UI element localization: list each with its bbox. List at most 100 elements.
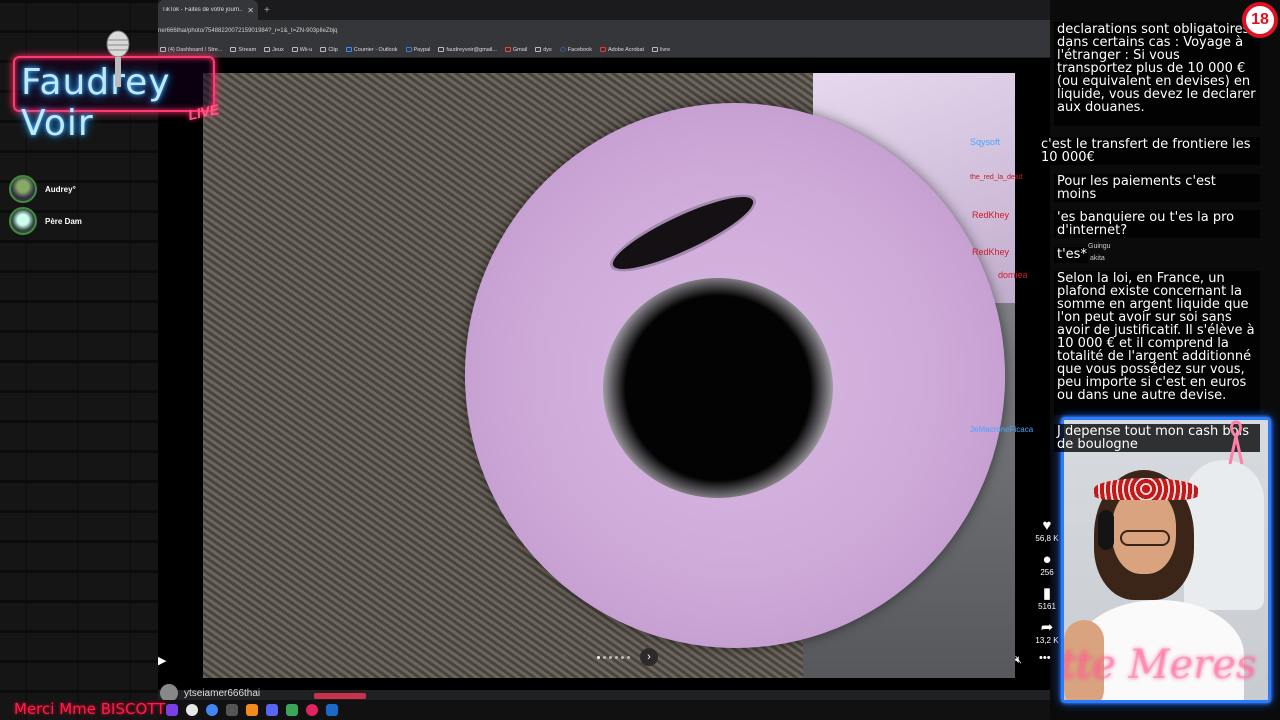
address-bar[interactable]: ner666thai/photo/7548822007215901984?_r=… bbox=[158, 20, 1050, 42]
browser-window: TikTok - Faites de votre journ... ✕ + ne… bbox=[158, 0, 1059, 720]
cam-bandana bbox=[1094, 478, 1198, 500]
folder-icon bbox=[652, 47, 659, 52]
bookmark-item[interactable]: (4) Dashboard / Stre... bbox=[160, 47, 222, 53]
pink-ribbon-icon bbox=[1228, 420, 1244, 465]
comment-button[interactable]: ● 256 bbox=[1030, 551, 1064, 578]
taskbar-app-icon[interactable] bbox=[266, 704, 278, 716]
save-count: 5161 bbox=[1038, 602, 1056, 611]
close-icon[interactable]: ✕ bbox=[247, 6, 254, 15]
share-count: 13,2 K bbox=[1035, 636, 1059, 645]
folder-icon bbox=[320, 47, 327, 52]
taskbar-app-icon[interactable] bbox=[166, 704, 178, 716]
mail-icon bbox=[438, 47, 445, 52]
play-icon[interactable]: ▶ bbox=[158, 654, 166, 667]
viewer-entry: Audrey° bbox=[9, 175, 76, 203]
chat-message: Selon la loi, en France, un plafond exis… bbox=[1054, 271, 1260, 415]
taskbar-app-icon[interactable] bbox=[286, 704, 298, 716]
chat-overlay: declarations sont obligatoires dans cert… bbox=[970, 0, 1280, 434]
bookmark-item[interactable]: Adobe Acrobat bbox=[599, 47, 644, 53]
bookmark-item[interactable]: Facebook bbox=[559, 47, 592, 53]
taskbar-app-icon[interactable] bbox=[326, 704, 338, 716]
headset-icon bbox=[1098, 510, 1114, 550]
acrobat-icon bbox=[599, 47, 606, 52]
folder-icon bbox=[291, 47, 298, 52]
post-username[interactable]: ytseiamer666thai bbox=[184, 688, 260, 699]
chat-message: t'es* bbox=[1054, 247, 1088, 263]
pager-dot[interactable] bbox=[620, 655, 624, 659]
tab-bar: TikTok - Faites de votre journ... ✕ + bbox=[158, 0, 1050, 20]
pager-dot[interactable] bbox=[602, 655, 606, 659]
more-icon[interactable]: ••• bbox=[1039, 652, 1051, 664]
chat-username: domiea bbox=[998, 270, 1028, 280]
taskbar-app-icon[interactable] bbox=[246, 704, 258, 716]
like-count: 56,8 K bbox=[1035, 534, 1059, 543]
taskbar-app-icon[interactable] bbox=[206, 704, 218, 716]
new-tab-button[interactable]: + bbox=[264, 5, 270, 16]
tab-title: TikTok - Faites de votre journ... bbox=[162, 7, 244, 13]
taskbar-app-icon[interactable] bbox=[306, 704, 318, 716]
taskbar bbox=[158, 700, 1050, 720]
chat-username: JeMacroneFicaca bbox=[970, 425, 1034, 434]
cam-chair bbox=[1184, 460, 1264, 610]
like-button[interactable]: ♥ 56,8 K bbox=[1030, 518, 1064, 544]
thanks-ticker: Merci Mme BISCOTT bbox=[14, 700, 166, 718]
bookmark-item[interactable]: Clip bbox=[320, 47, 338, 53]
bookmark-item[interactable]: livre bbox=[652, 47, 670, 53]
bookmark-item[interactable]: Jeux bbox=[264, 47, 284, 53]
outlook-icon bbox=[345, 47, 352, 52]
share-button[interactable]: ➦ 13,2 K bbox=[1030, 619, 1064, 646]
gmail-icon bbox=[504, 47, 511, 52]
pager-dot[interactable] bbox=[626, 655, 630, 659]
cam-overlay-text: tte Meres Et P bbox=[1061, 642, 1268, 688]
bookmark-item[interactable]: dys bbox=[535, 47, 552, 53]
chat-message: 'es banquiere ou t'es la pro d'internet? bbox=[1054, 210, 1260, 238]
bookmark-icon: ▮ bbox=[1042, 585, 1052, 602]
age-rating-badge: 18 bbox=[1242, 2, 1278, 38]
facebook-icon bbox=[559, 47, 566, 52]
microphone-icon bbox=[106, 30, 130, 87]
chat-username: the_red_la_dead bbox=[970, 174, 1023, 181]
chat-username: Sqysoft bbox=[970, 137, 1001, 147]
photo-roll-core bbox=[603, 278, 833, 498]
viewer-entry: Père Dam bbox=[9, 207, 82, 235]
viewer-name: Audrey° bbox=[45, 184, 76, 194]
cam-glasses bbox=[1120, 530, 1170, 546]
avatar bbox=[9, 207, 37, 235]
folder-icon bbox=[535, 47, 542, 52]
comment-icon: ● bbox=[1042, 551, 1052, 568]
taskbar-app-icon[interactable] bbox=[186, 704, 198, 716]
comment-count: 256 bbox=[1040, 568, 1054, 577]
bookmarks-bar: (4) Dashboard / Stre... Stream Jeux Wii-… bbox=[158, 42, 1050, 58]
save-button[interactable]: ▮ 5161 bbox=[1030, 585, 1064, 612]
pager-dot[interactable] bbox=[614, 655, 618, 659]
chevron-right-icon[interactable]: › bbox=[640, 648, 658, 666]
post-photo bbox=[203, 73, 1015, 678]
bookmark-item[interactable]: faudreyvoir@gmail... bbox=[438, 47, 497, 53]
chat-message: c'est le transfert de frontiere les 10 0… bbox=[1038, 137, 1260, 165]
pager-dot[interactable] bbox=[608, 655, 612, 659]
photo-viewer: ▶ ‹ › ♥ 56,8 K ● 256 ▮ 5161 ➦ 13,2 K bbox=[158, 58, 1059, 690]
folder-icon bbox=[160, 47, 166, 52]
avatar bbox=[9, 175, 37, 203]
chat-username: RedKhey bbox=[972, 247, 1010, 257]
post-author-row: ytseiamer666thai bbox=[158, 684, 1050, 702]
mute-icon[interactable]: 🔇︎ bbox=[1015, 654, 1022, 667]
url-text: ner666thai/photo/7548822007215901984?_r=… bbox=[158, 28, 338, 34]
bookmark-item[interactable]: Paypal bbox=[405, 47, 430, 53]
tab-tiktok[interactable]: TikTok - Faites de votre journ... ✕ bbox=[158, 0, 258, 20]
bookmark-item[interactable]: Stream bbox=[230, 47, 256, 53]
share-icon: ➦ bbox=[1040, 619, 1054, 636]
chat-username: akita bbox=[1090, 255, 1105, 262]
chat-username: RedKhey bbox=[972, 210, 1010, 220]
follow-button[interactable] bbox=[314, 693, 367, 699]
taskbar-app-icon[interactable] bbox=[226, 704, 238, 716]
pager-dot[interactable] bbox=[596, 655, 600, 659]
chat-message: Pour les paiements c'est moins bbox=[1054, 174, 1260, 202]
folder-icon bbox=[264, 47, 271, 52]
bookmark-item[interactable]: Wii-u bbox=[291, 47, 312, 53]
bookmark-item[interactable]: Gmail bbox=[504, 47, 527, 53]
chat-message: declarations sont obligatoires dans cert… bbox=[1054, 22, 1260, 126]
bookmark-item[interactable]: Courrier - Outlook bbox=[345, 47, 398, 53]
viewer-name: Père Dam bbox=[45, 216, 82, 226]
folder-icon bbox=[230, 47, 237, 52]
